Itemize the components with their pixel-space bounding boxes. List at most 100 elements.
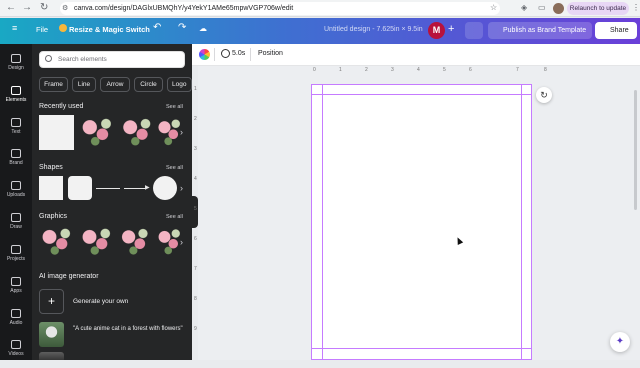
shape-rounded-square[interactable] — [68, 176, 92, 200]
forward-icon[interactable]: → — [22, 2, 32, 13]
vertical-scrollbar[interactable] — [634, 90, 637, 210]
ruler-tick: 6 — [194, 236, 197, 242]
relaunch-button[interactable]: Relaunch to update — [567, 2, 629, 15]
ruler-tick: 3 — [391, 67, 394, 73]
toolbar-divider — [250, 48, 251, 61]
rail-videos[interactable]: Videos — [0, 336, 32, 368]
ruler-tick: 9 — [194, 326, 197, 332]
rail-label: Draw — [10, 224, 22, 230]
insights-icon[interactable] — [465, 22, 483, 39]
margin-guide-top — [311, 94, 532, 95]
ai-thumbnail-2[interactable] — [39, 352, 64, 360]
color-picker-icon[interactable] — [199, 49, 210, 60]
more-menu-icon[interactable]: ⋮ — [632, 3, 640, 12]
back-icon[interactable]: ← — [6, 2, 16, 13]
reload-icon[interactable]: ↻ — [40, 2, 48, 13]
add-collaborator-icon[interactable]: + — [448, 23, 454, 35]
document-title[interactable]: Untitled design - 7.625in × 9.5in — [324, 26, 423, 33]
shape-circle[interactable] — [153, 176, 177, 200]
rail-label: Apps — [10, 288, 22, 294]
shape-square[interactable] — [39, 176, 63, 200]
generate-plus-icon[interactable]: + — [39, 289, 64, 314]
rail-label: Text — [11, 129, 21, 135]
ai-cat-thumbnail[interactable] — [39, 322, 64, 347]
margin-guide-left — [322, 84, 323, 360]
profile-avatar[interactable] — [553, 3, 564, 14]
rail-apps[interactable]: Apps — [0, 273, 32, 305]
publish-template-button[interactable]: Publish as Brand Template — [488, 22, 592, 39]
duration-value[interactable]: 5.0s — [232, 50, 245, 57]
rail-elements[interactable]: Elements — [0, 82, 32, 114]
pill-arrow[interactable]: Arrow — [100, 77, 130, 92]
magic-assistant-icon[interactable]: ✦ — [610, 332, 630, 352]
graphic-floral-4[interactable] — [157, 225, 182, 259]
ruler-tick: 8 — [194, 296, 197, 302]
recent-floral-bouquet[interactable] — [157, 115, 182, 150]
recent-floral-wreath[interactable] — [120, 115, 154, 150]
menu-icon[interactable]: ≡ — [12, 23, 17, 33]
rail-draw[interactable]: Draw — [0, 209, 32, 241]
pill-line[interactable]: Line — [72, 77, 96, 92]
generate-your-own-link[interactable]: Generate your own — [73, 298, 128, 305]
undo-icon[interactable]: ↶ — [153, 22, 161, 33]
rail-text[interactable]: Text — [0, 114, 32, 146]
rail-design[interactable]: Design — [0, 50, 32, 82]
rail-brand[interactable]: Brand — [0, 145, 32, 177]
ruler-top: 0 1 2 3 4 5 6 7 8 — [310, 66, 550, 75]
design-page[interactable] — [311, 84, 532, 360]
ruler-tick: 5 — [194, 206, 197, 212]
ruler-tick: 7 — [194, 266, 197, 272]
graphics-next-icon[interactable]: › — [180, 237, 183, 247]
search-input[interactable]: Search elements — [39, 51, 185, 68]
recent-floral-corner[interactable] — [79, 115, 115, 150]
graphics-see-all[interactable]: See all — [166, 214, 183, 220]
pill-logo[interactable]: Logo — [167, 77, 192, 92]
ai-generator-heading: AI image generator — [39, 273, 99, 280]
recent-next-icon[interactable]: › — [180, 127, 183, 137]
site-info-icon[interactable]: ⚙ — [62, 2, 68, 15]
search-placeholder: Search elements — [58, 56, 107, 63]
toolbar-divider — [214, 48, 215, 61]
sidebar-rail: Design Elements Text Brand Uploads Draw … — [0, 44, 32, 360]
recent-blank-square[interactable] — [39, 115, 74, 150]
extensions-icon[interactable]: ◈ — [521, 3, 527, 12]
design-icon — [11, 54, 21, 63]
rail-audio[interactable]: Audio — [0, 305, 32, 337]
url-text: canva.com/design/DAGlxUBMQhY/y4YekY1AMe6… — [74, 5, 294, 12]
relaunch-label: Relaunch to update — [569, 5, 627, 12]
user-avatar[interactable]: M — [428, 22, 445, 39]
shapes-next-icon[interactable]: › — [180, 183, 183, 193]
shape-arrow[interactable] — [124, 188, 146, 189]
draw-icon — [11, 213, 21, 222]
uploads-icon — [11, 181, 21, 190]
file-menu[interactable]: File — [36, 25, 48, 34]
crown-icon — [59, 24, 67, 32]
refresh-page-icon[interactable]: ↻ — [536, 87, 552, 103]
clock-icon[interactable] — [221, 49, 230, 58]
ruler-tick: 4 — [417, 67, 420, 73]
redo-icon[interactable]: ↷ — [178, 22, 186, 33]
graphic-floral-1[interactable] — [39, 225, 74, 259]
ai-prompt-text[interactable]: "A cute anime cat in a forest with flowe… — [73, 325, 183, 334]
ruler-left: 1 2 3 4 5 6 7 8 9 — [193, 80, 201, 360]
ruler-tick: 3 — [194, 146, 197, 152]
graphic-floral-2[interactable] — [79, 225, 114, 259]
elements-panel: Search elements Frame Line Arrow Circle … — [32, 44, 192, 360]
rail-projects[interactable]: Projects — [0, 241, 32, 273]
pill-circle[interactable]: Circle — [134, 77, 163, 92]
ruler-tick: 1 — [194, 86, 197, 92]
position-button[interactable]: Position — [258, 50, 283, 57]
address-bar[interactable]: ⚙ canva.com/design/DAGlxUBMQhY/y4YekY1AM… — [60, 2, 500, 15]
rail-uploads[interactable]: Uploads — [0, 177, 32, 209]
pill-frame[interactable]: Frame — [39, 77, 68, 92]
ruler-tick: 1 — [339, 67, 342, 73]
tab-search-icon[interactable]: ▭ — [538, 3, 546, 12]
bookmark-star-icon[interactable]: ☆ — [490, 3, 497, 12]
resize-button[interactable]: Resize & Magic Switch — [69, 25, 150, 34]
recent-see-all[interactable]: See all — [166, 104, 183, 110]
share-button[interactable]: Share — [595, 22, 637, 39]
graphic-floral-3[interactable] — [119, 225, 151, 259]
shape-line[interactable] — [96, 188, 120, 189]
ruler-tick: 0 — [313, 67, 316, 73]
shapes-see-all[interactable]: See all — [166, 165, 183, 171]
